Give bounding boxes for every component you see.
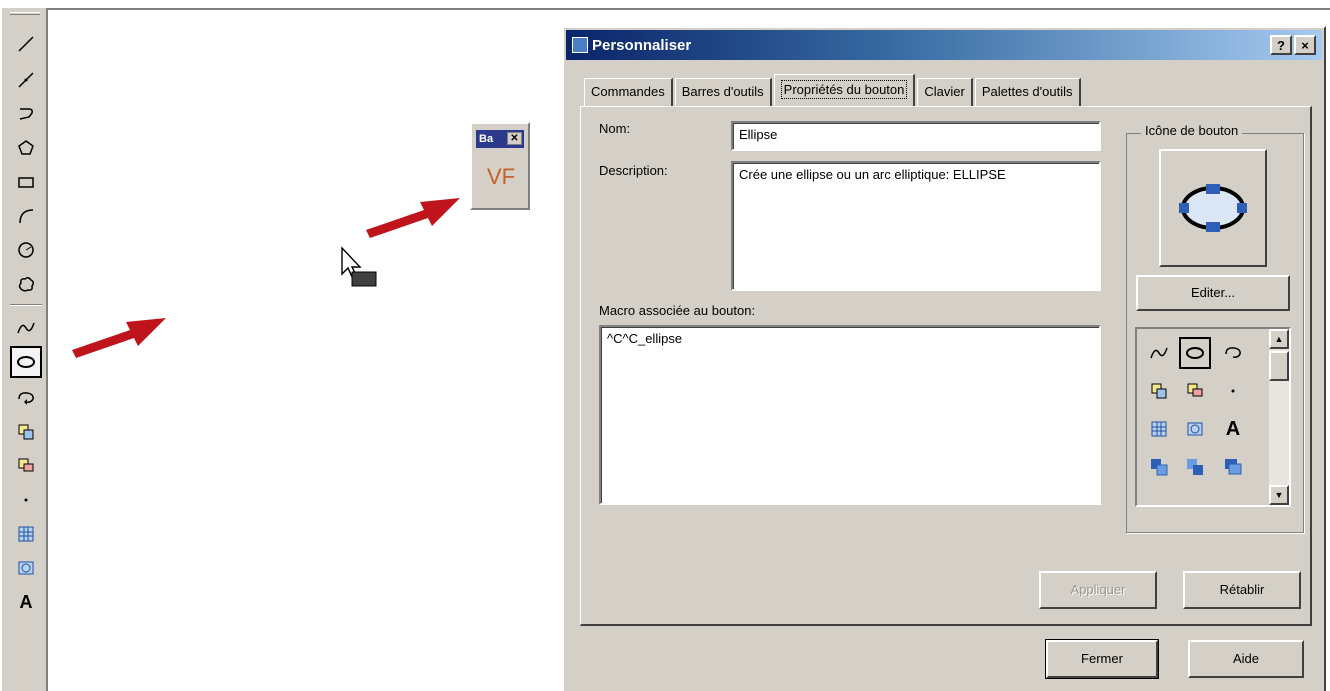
help-button[interactable]: Aide (1188, 640, 1304, 678)
tab-commandes[interactable]: Commandes (584, 78, 673, 106)
name-label: Nom: (599, 121, 631, 136)
copy-objects-icon[interactable] (1143, 451, 1175, 483)
point-icon[interactable] (1217, 375, 1249, 407)
close-icon[interactable]: × (1294, 35, 1316, 55)
drawing-area-border (48, 8, 1330, 10)
custom-vf-button[interactable]: VF (480, 154, 522, 200)
icon-group-title: Icône de bouton (1141, 123, 1243, 138)
description-label: Description: (599, 163, 668, 178)
apply-button[interactable]: Appliquer (1039, 571, 1157, 609)
tab-barres-outils[interactable]: Barres d'outils (674, 78, 772, 106)
revision-cloud-icon[interactable] (10, 268, 42, 300)
point-icon[interactable] (10, 484, 42, 516)
line-icon[interactable] (10, 28, 42, 60)
move-objects-icon[interactable] (1179, 451, 1211, 483)
insert-block-icon[interactable] (10, 416, 42, 448)
scroll-down-icon[interactable]: ▼ (1269, 485, 1289, 505)
help-icon[interactable]: ? (1270, 35, 1292, 55)
arc-icon[interactable] (10, 200, 42, 232)
make-block-icon[interactable] (10, 450, 42, 482)
tab-proprietes-bouton[interactable]: Propriétés du bouton (773, 74, 916, 106)
insert-block-icon[interactable] (1143, 375, 1175, 407)
palette-scrollbar[interactable]: ▲ ▼ (1269, 329, 1289, 505)
scroll-thumb[interactable] (1269, 351, 1289, 381)
ellipse-arc-icon[interactable] (10, 382, 42, 414)
name-field[interactable]: Ellipse (731, 121, 1101, 151)
ellipse-icon[interactable] (10, 346, 42, 378)
construction-line-icon[interactable] (10, 64, 42, 96)
circle-icon[interactable] (10, 234, 42, 266)
rectangle-icon[interactable] (10, 166, 42, 198)
icon-palette: A ▲ ▼ (1135, 327, 1291, 507)
close-button[interactable]: Fermer (1045, 639, 1159, 679)
floating-toolbar-title[interactable]: Ba ✕ (476, 130, 524, 148)
macro-label: Macro associée au bouton: (599, 303, 756, 318)
app-icon (572, 37, 588, 53)
reset-button[interactable]: Rétablir (1183, 571, 1301, 609)
hatch-icon[interactable] (10, 518, 42, 550)
hatch-icon[interactable] (1143, 413, 1175, 445)
customize-dialog: Personnaliser ? × Commandes Barres d'out… (562, 26, 1326, 691)
toolbar-grip[interactable] (10, 12, 40, 15)
region-icon[interactable] (10, 552, 42, 584)
polygon-icon[interactable] (10, 132, 42, 164)
tab-clavier[interactable]: Clavier (917, 78, 973, 106)
button-icon-preview (1159, 149, 1267, 267)
spline-icon[interactable] (1143, 337, 1175, 369)
macro-field[interactable]: ^C^C_ellipse (599, 325, 1101, 505)
description-field[interactable]: Crée une ellipse ou un arc elliptique: E… (731, 161, 1101, 291)
multiline-text-icon[interactable]: A (10, 586, 42, 618)
close-icon[interactable]: ✕ (507, 132, 522, 145)
draw-toolbar: A (0, 8, 48, 691)
dialog-titlebar[interactable]: Personnaliser ? × (566, 30, 1322, 60)
edit-button[interactable]: Editer... (1136, 275, 1290, 311)
red-arrow-icon (72, 318, 166, 358)
multiline-text-icon[interactable]: A (1217, 413, 1249, 445)
ellipse-preview-icon (1179, 184, 1247, 232)
make-block-icon[interactable] (1179, 375, 1211, 407)
region-icon[interactable] (1179, 413, 1211, 445)
draw-order-icon[interactable] (1217, 451, 1249, 483)
tab-strip: Commandes Barres d'outils Propriétés du … (584, 74, 1083, 106)
tab-palettes-outils[interactable]: Palettes d'outils (974, 78, 1081, 106)
dialog-title: Personnaliser (592, 36, 692, 54)
spline-icon[interactable] (10, 312, 42, 344)
ellipse-icon[interactable] (1179, 337, 1211, 369)
red-arrow-icon (366, 198, 460, 238)
polyline-icon[interactable] (10, 98, 42, 130)
button-properties-panel: Nom: Ellipse Description: Crée une ellip… (580, 106, 1312, 626)
mouse-cursor-icon (341, 246, 377, 287)
ellipse-arc-icon[interactable] (1217, 337, 1249, 369)
scroll-up-icon[interactable]: ▲ (1269, 329, 1289, 349)
floating-toolbar[interactable]: Ba ✕ VF (470, 122, 530, 210)
